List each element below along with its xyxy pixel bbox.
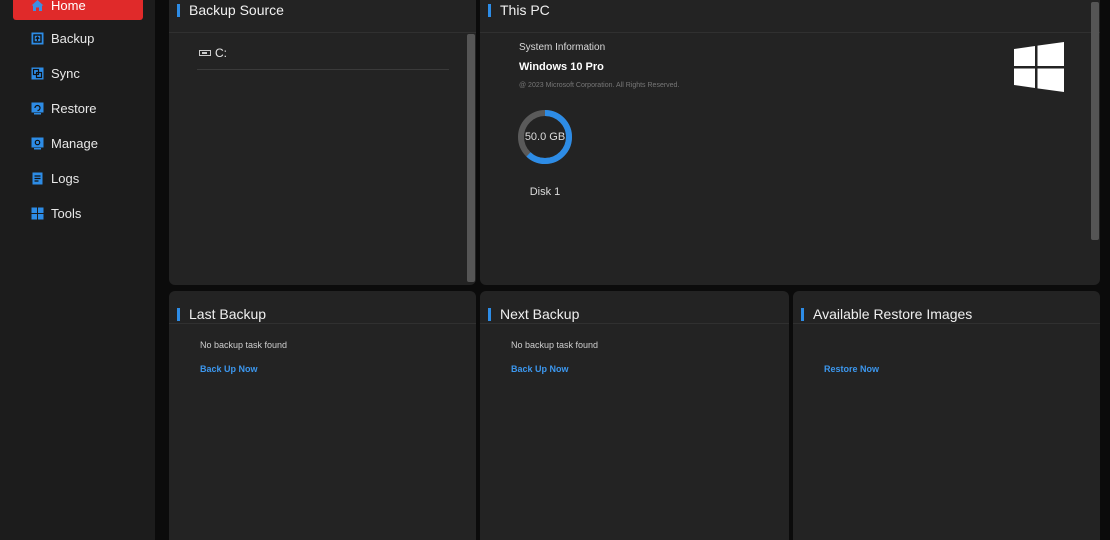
windows-logo-icon [1014,42,1064,92]
sidebar-item-home[interactable]: Home [13,0,143,20]
sidebar-item-backup[interactable]: Backup [13,23,143,53]
drive-label: C: [215,46,227,60]
last-backup-title: Last Backup [189,306,267,322]
disk-label: Disk 1 [529,186,561,198]
panel-title: Backup Source [177,0,284,20]
panel-title: Last Backup [177,304,266,324]
sidebar-item-label: Logs [51,170,80,186]
title-accent-bar [488,307,491,321]
drive-divider [197,69,449,70]
restore-images-panel: Available Restore Images Restore Now [793,291,1100,540]
panel-divider [169,323,476,324]
title-accent-bar [801,307,804,321]
sidebar-item-label: Restore [51,100,97,116]
panel-title: Next Backup [488,304,579,324]
system-information-label: System Information [519,42,606,53]
disk-size: 50.0 GB [524,131,566,143]
drive-item-c[interactable]: C: [199,46,227,60]
tools-icon [31,207,44,220]
panel-divider [169,32,476,33]
sidebar-item-manage[interactable]: Manage [13,128,143,158]
copyright-text: @ 2023 Microsoft Corporation. All Rights… [519,82,680,89]
panel-divider [793,323,1100,324]
this-pc-panel: This PC System Information Windows 10 Pr… [480,0,1100,285]
sidebar-item-label: Backup [51,30,95,46]
scrollbar[interactable] [1091,2,1099,240]
sidebar-item-sync[interactable]: Sync [13,58,143,88]
sidebar: Home Backup Sync Restore Manage Logs Too… [0,0,155,540]
panel-divider [480,323,789,324]
sidebar-item-label: Manage [51,135,98,151]
sidebar-item-label: Tools [51,205,82,221]
back-up-now-link[interactable]: Back Up Now [511,364,569,374]
sidebar-item-tools[interactable]: Tools [13,198,143,228]
sidebar-item-logs[interactable]: Logs [13,163,143,193]
app-window: Home Backup Sync Restore Manage Logs Too… [0,0,1110,540]
title-accent-bar [177,3,180,17]
restore-now-link[interactable]: Restore Now [824,364,879,374]
last-backup-panel: Last Backup No backup task found Back Up… [169,291,476,540]
panel-divider [480,32,1100,33]
drive-icon [199,50,211,56]
backup-icon [31,32,44,45]
title-accent-bar [488,3,491,17]
title-accent-bar [177,307,180,321]
this-pc-title: This PC [500,2,550,18]
panel-title: This PC [488,0,550,20]
backup-source-title: Backup Source [189,2,284,18]
logs-icon [31,172,44,185]
backup-source-panel: Backup Source C: [169,0,476,285]
scrollbar[interactable] [467,34,475,282]
panel-title: Available Restore Images [801,304,972,324]
sidebar-item-label: Sync [51,65,80,81]
back-up-now-link[interactable]: Back Up Now [200,364,258,374]
manage-icon [31,137,44,150]
restore-images-title: Available Restore Images [813,306,973,322]
sidebar-item-label: Home [51,0,86,13]
last-backup-status: No backup task found [200,340,288,350]
restore-icon [31,102,44,115]
next-backup-panel: Next Backup No backup task found Back Up… [480,291,789,540]
sync-icon [31,67,44,80]
next-backup-status: No backup task found [511,340,599,350]
next-backup-title: Next Backup [500,306,580,322]
os-name: Windows 10 Pro [519,61,604,73]
sidebar-item-restore[interactable]: Restore [13,93,143,123]
home-icon [31,0,44,12]
